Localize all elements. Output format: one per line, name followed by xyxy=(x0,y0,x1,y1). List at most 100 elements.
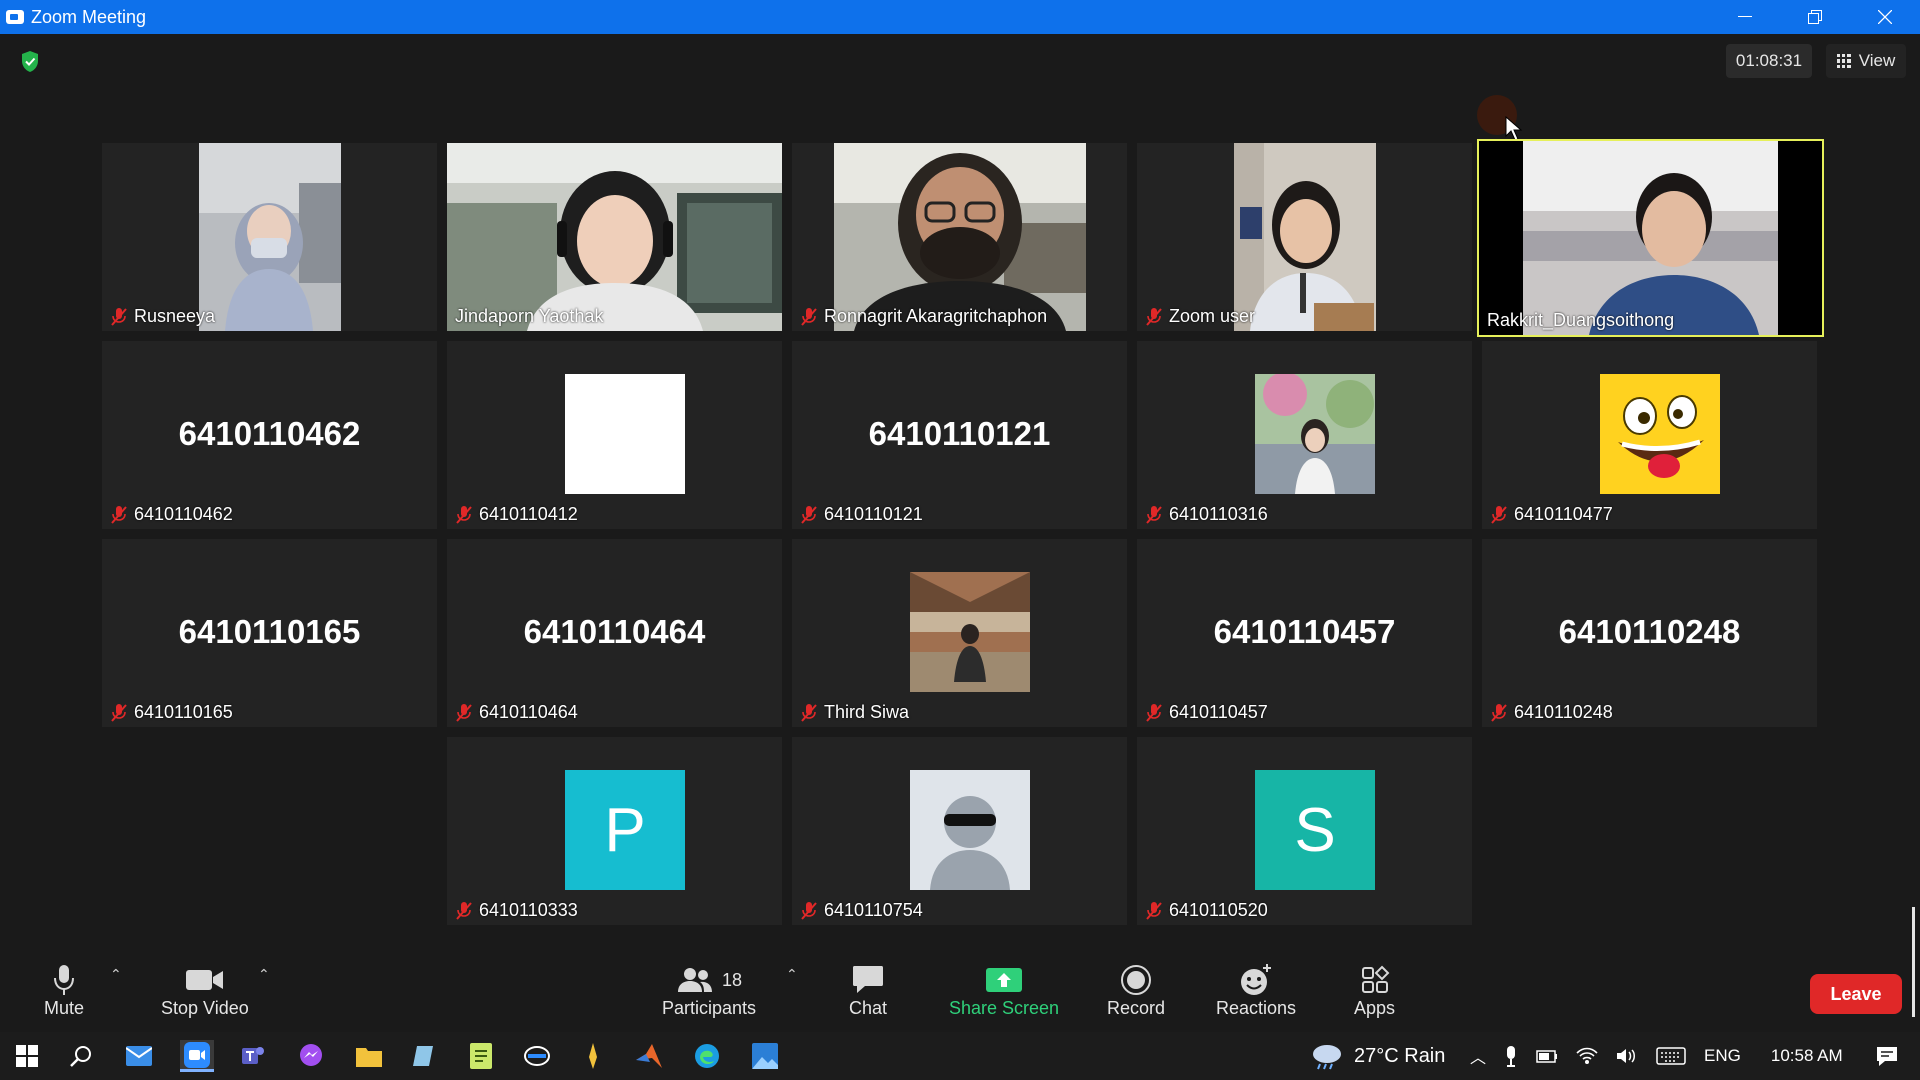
close-button[interactable] xyxy=(1850,0,1920,34)
video-frame xyxy=(199,143,341,331)
scrollbar[interactable] xyxy=(1912,907,1915,1017)
keyboard-icon[interactable] xyxy=(1656,1047,1686,1065)
mic-muted-icon xyxy=(801,901,817,920)
restore-icon xyxy=(1808,10,1822,24)
weather-widget[interactable]: 27°C Rain xyxy=(1310,1032,1445,1080)
taskbar-mail[interactable] xyxy=(122,1040,156,1072)
participant-tile[interactable]: 6410110477 xyxy=(1482,341,1817,529)
participant-display-name: 6410110248 xyxy=(1558,613,1741,650)
participant-tile[interactable]: 6410110462 6410110462 xyxy=(102,341,437,529)
video-options-chevron-up-icon[interactable]: ⌃ xyxy=(258,966,270,983)
taskbar-app-3[interactable] xyxy=(576,1040,610,1072)
participants-chevron-up-icon[interactable]: ⌃ xyxy=(786,966,798,983)
wifi-icon[interactable] xyxy=(1576,1047,1598,1065)
video-frame xyxy=(447,143,782,331)
participant-display-name: 6410110457 xyxy=(1213,613,1396,650)
chat-icon xyxy=(851,962,885,998)
mic-muted-icon xyxy=(801,505,817,524)
participant-video xyxy=(199,143,341,331)
taskbar-notepad[interactable] xyxy=(464,1040,498,1072)
participant-tile[interactable]: 6410110316 xyxy=(1137,341,1472,529)
participant-display-name: 6410110464 xyxy=(523,613,706,650)
grid-view-icon xyxy=(1836,54,1851,68)
record-button[interactable]: Record xyxy=(1107,962,1165,1019)
participant-tile[interactable]: 6410110165 6410110165 xyxy=(102,539,437,727)
security-shield-icon[interactable] xyxy=(20,50,40,74)
battery-icon[interactable] xyxy=(1536,1048,1558,1064)
participant-tile[interactable]: S 6410110520 xyxy=(1137,737,1472,925)
clock[interactable]: 10:58 AM xyxy=(1771,1046,1843,1066)
participant-tile[interactable]: Rusneeya xyxy=(102,143,437,331)
taskbar-file-explorer[interactable] xyxy=(352,1040,386,1072)
active-speaker-tile[interactable]: Rakkrit_Duangsoithong xyxy=(1477,139,1824,337)
windows-taskbar: 27°C Rain ︿ ENG 10:58 AM xyxy=(0,1032,1920,1080)
show-hidden-icons-chevron-icon[interactable]: ︿ xyxy=(1470,1044,1486,1068)
system-tray: ︿ ENG 10:58 AM xyxy=(1470,1032,1899,1080)
participant-tile[interactable]: 6410110412 xyxy=(447,341,782,529)
audio-options-chevron-up-icon[interactable]: ⌃ xyxy=(110,966,122,983)
mail-icon xyxy=(126,1046,152,1066)
minimize-icon xyxy=(1738,16,1752,17)
mic-muted-icon xyxy=(1146,703,1162,722)
taskbar-zoom[interactable] xyxy=(180,1040,214,1072)
participant-tile[interactable]: 6410110121 6410110121 xyxy=(792,341,1127,529)
apps-button[interactable]: Apps xyxy=(1354,962,1395,1019)
mic-muted-icon xyxy=(111,307,127,326)
profile-picture xyxy=(1255,374,1375,494)
stop-video-button[interactable]: Stop Video xyxy=(161,962,249,1019)
share-screen-button[interactable]: Share Screen xyxy=(949,962,1059,1019)
participant-tile[interactable]: 6410110464 6410110464 xyxy=(447,539,782,727)
participant-name: 6410110316 xyxy=(1145,504,1268,525)
taskbar-app[interactable] xyxy=(408,1040,442,1072)
weather-text: 27°C Rain xyxy=(1354,1044,1446,1067)
participant-tile[interactable]: Zoom user xyxy=(1137,143,1472,331)
microphone-tray-icon[interactable] xyxy=(1504,1045,1518,1067)
leave-button[interactable]: Leave xyxy=(1810,974,1902,1014)
participant-name: Third Siwa xyxy=(800,702,909,723)
mute-button[interactable]: Mute xyxy=(44,962,84,1019)
mic-muted-icon xyxy=(456,901,472,920)
participant-tile[interactable]: Ronnagrit Akaragritchaphon xyxy=(792,143,1127,331)
profile-picture xyxy=(910,572,1030,692)
view-button[interactable]: View xyxy=(1826,44,1906,78)
folder-icon xyxy=(356,1048,382,1067)
pen-icon xyxy=(589,1043,597,1069)
restore-button[interactable] xyxy=(1780,0,1850,34)
participants-count: 18 xyxy=(722,969,743,990)
participant-tile[interactable]: P 6410110333 xyxy=(447,737,782,925)
participant-tile[interactable]: 6410110457 6410110457 xyxy=(1137,539,1472,727)
mic-muted-icon xyxy=(1146,901,1162,920)
search-button[interactable] xyxy=(64,1040,98,1072)
participant-tile[interactable]: Jindaporn Yaothak xyxy=(447,143,782,331)
participant-video xyxy=(1479,141,1822,335)
language-indicator[interactable]: ENG xyxy=(1704,1046,1741,1066)
taskbar-app-2[interactable] xyxy=(520,1040,554,1072)
taskbar-matlab[interactable] xyxy=(632,1040,666,1072)
minimize-button[interactable] xyxy=(1710,0,1780,34)
mic-muted-icon xyxy=(1491,703,1507,722)
microphone-icon xyxy=(52,962,76,998)
view-label: View xyxy=(1858,51,1896,70)
zoom-app-icon xyxy=(6,10,24,24)
video-camera-icon xyxy=(185,962,225,998)
taskbar-edge[interactable] xyxy=(690,1040,724,1072)
start-button[interactable] xyxy=(10,1040,44,1072)
participant-tile[interactable]: 6410110754 xyxy=(792,737,1127,925)
mic-muted-icon xyxy=(111,703,127,722)
participant-tile[interactable]: 6410110248 6410110248 xyxy=(1482,539,1817,727)
participants-button[interactable]: 18 Participants xyxy=(662,962,756,1019)
mic-muted-icon xyxy=(801,703,817,722)
notifications-icon[interactable] xyxy=(1875,1045,1899,1067)
mouse-cursor-icon xyxy=(1505,116,1523,141)
letter-avatar: S xyxy=(1255,770,1375,890)
chat-button[interactable]: Chat xyxy=(849,962,887,1019)
participant-name: 6410110754 xyxy=(800,900,923,921)
volume-icon[interactable] xyxy=(1616,1047,1638,1065)
taskbar-messenger[interactable] xyxy=(294,1040,328,1072)
record-icon xyxy=(1120,962,1152,998)
taskbar-app-4[interactable] xyxy=(748,1040,782,1072)
reactions-button[interactable]: Reactions xyxy=(1216,962,1296,1019)
taskbar-teams[interactable] xyxy=(236,1040,270,1072)
participant-tile[interactable]: Third Siwa xyxy=(792,539,1127,727)
letter-avatar: P xyxy=(565,770,685,890)
